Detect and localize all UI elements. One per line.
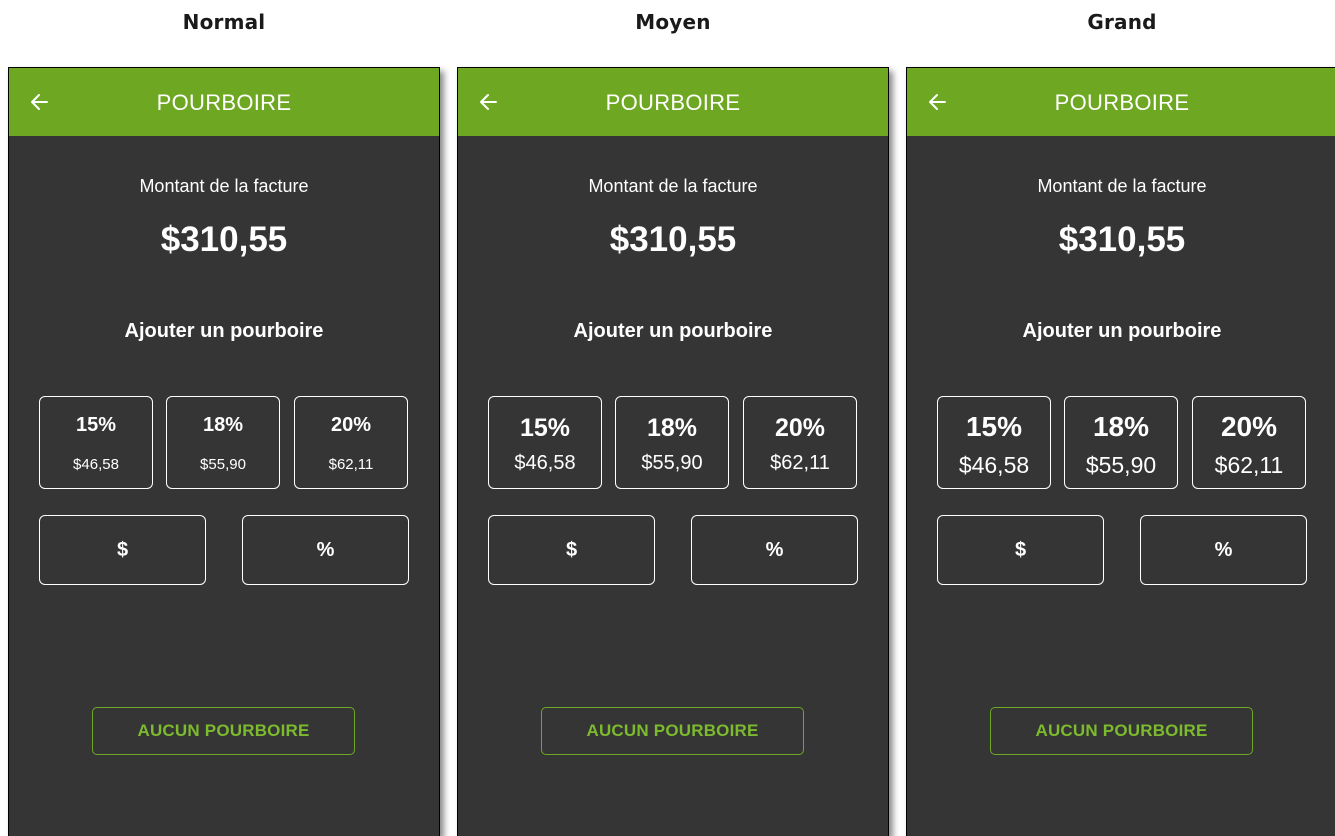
tip-15-button[interactable]: 15% $46,58: [488, 396, 602, 489]
tip-18-button[interactable]: 18% $55,90: [615, 396, 729, 489]
phone-screen: POURBOIRE Montant de la facture $310,55 …: [8, 67, 440, 836]
variant-label: Normal: [182, 10, 266, 34]
app-bar: POURBOIRE: [907, 68, 1335, 136]
bill-amount-value: $310,55: [160, 220, 288, 259]
tip-percent: 20%: [774, 414, 826, 442]
bill-amount-label: Montant de la facture: [588, 176, 758, 196]
tip-amount: $55,90: [200, 456, 246, 473]
custom-percent-button[interactable]: %: [691, 515, 858, 585]
custom-dollar-button[interactable]: $: [39, 515, 206, 585]
tip-percent: 18%: [202, 414, 244, 436]
app-bar: POURBOIRE: [458, 68, 888, 136]
tip-percent: 20%: [330, 414, 372, 436]
page-title: POURBOIRE: [156, 90, 292, 115]
tip-percent: 18%: [1092, 411, 1150, 442]
page-title: POURBOIRE: [1054, 90, 1190, 115]
bill-amount-value: $310,55: [609, 220, 737, 259]
no-tip-button[interactable]: AUCUN POURBOIRE: [541, 707, 804, 755]
no-tip-button[interactable]: AUCUN POURBOIRE: [990, 707, 1253, 755]
tip-amount: $55,90: [1085, 452, 1157, 478]
add-tip-heading: Ajouter un pourboire: [124, 320, 324, 342]
custom-percent-button[interactable]: %: [1140, 515, 1307, 585]
tip-amount: $62,11: [328, 456, 374, 473]
bill-amount-label: Montant de la facture: [1037, 176, 1207, 196]
tip-20-button[interactable]: 20% $62,11: [743, 396, 857, 489]
bill-amount-value: $310,55: [1058, 220, 1186, 259]
variant-grand: Grand POURBOIRE Montant de la facture $3…: [906, 0, 1335, 836]
tip-18-button[interactable]: 18% $55,90: [166, 396, 280, 489]
tip-20-button[interactable]: 20% $62,11: [294, 396, 408, 489]
custom-dollar-button[interactable]: $: [937, 515, 1104, 585]
tip-percent: 15%: [965, 411, 1023, 442]
variant-moyen: Moyen POURBOIRE Montant de la facture $3…: [457, 0, 889, 836]
tip-percent: 15%: [75, 414, 117, 436]
tip-15-button[interactable]: 15% $46,58: [937, 396, 1051, 489]
tip-15-button[interactable]: 15% $46,58: [39, 396, 153, 489]
tip-amount: $46,58: [73, 456, 119, 473]
tip-percent: 20%: [1220, 411, 1278, 442]
tip-amount: $55,90: [641, 452, 703, 474]
app-bar: POURBOIRE: [9, 68, 439, 136]
phone-screen: POURBOIRE Montant de la facture $310,55 …: [457, 67, 889, 836]
variant-label: Moyen: [635, 10, 711, 34]
tip-percent: 15%: [519, 414, 571, 442]
tip-amount: $62,11: [770, 452, 830, 474]
add-tip-heading: Ajouter un pourboire: [1022, 320, 1222, 342]
custom-dollar-button[interactable]: $: [488, 515, 655, 585]
add-tip-heading: Ajouter un pourboire: [573, 320, 773, 342]
page-title: POURBOIRE: [605, 90, 741, 115]
tip-amount: $62,11: [1214, 452, 1284, 478]
variant-label: Grand: [1087, 10, 1157, 34]
tip-amount: $46,58: [514, 452, 576, 474]
variant-normal: Normal POURBOIRE Montant de la facture $…: [8, 0, 440, 836]
phone-screen: POURBOIRE Montant de la facture $310,55 …: [906, 67, 1335, 836]
tip-percent: 18%: [646, 414, 698, 442]
bill-amount-label: Montant de la facture: [139, 176, 309, 196]
no-tip-button[interactable]: AUCUN POURBOIRE: [92, 707, 355, 755]
tip-amount: $46,58: [958, 452, 1030, 478]
tip-18-button[interactable]: 18% $55,90: [1064, 396, 1178, 489]
tip-20-button[interactable]: 20% $62,11: [1192, 396, 1306, 489]
custom-percent-button[interactable]: %: [242, 515, 409, 585]
